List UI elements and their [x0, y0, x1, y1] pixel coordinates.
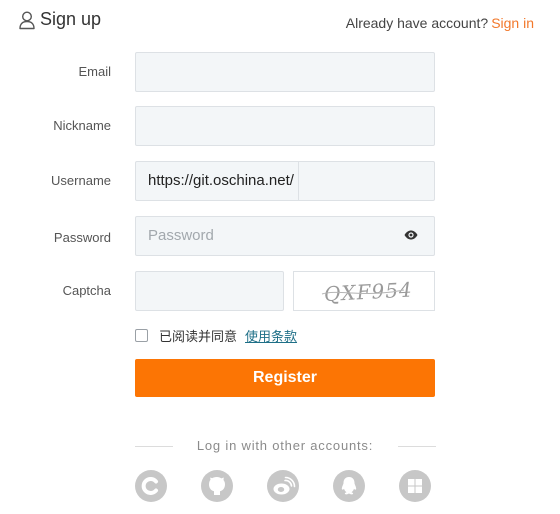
- username-label: Username: [51, 173, 111, 188]
- github-login-button[interactable]: [201, 470, 233, 502]
- qq-login-button[interactable]: [333, 470, 365, 502]
- captcha-image[interactable]: QXF954: [293, 271, 435, 311]
- terms-link[interactable]: 使用条款: [245, 326, 297, 345]
- agree-row: 已阅读并同意 使用条款: [135, 326, 297, 344]
- page-title-text: Sign up: [40, 9, 102, 29]
- register-button[interactable]: Register: [135, 359, 435, 397]
- weibo-login-button[interactable]: [267, 470, 299, 502]
- page-title: Sign up: [18, 9, 101, 30]
- password-field[interactable]: Password: [135, 216, 435, 256]
- windows-login-button[interactable]: [399, 470, 431, 502]
- username-prefix: https://git.oschina.net/: [136, 162, 299, 200]
- captcha-label: Captcha: [62, 283, 111, 298]
- agree-text: 已阅读并同意: [159, 328, 238, 344]
- password-placeholder: Password: [148, 227, 214, 244]
- windows-icon: [408, 479, 422, 493]
- agree-checkbox[interactable]: [135, 328, 148, 342]
- c-login-button[interactable]: [135, 470, 167, 502]
- page-header: Sign up Already have account? Sign in: [18, 9, 534, 35]
- github-icon: [209, 477, 225, 495]
- weibo-icon: [273, 476, 296, 495]
- nickname-label: Nickname: [53, 118, 111, 133]
- svg-text:QXF954: QXF954: [323, 277, 413, 306]
- username-field[interactable]: https://git.oschina.net/: [135, 161, 435, 201]
- eye-icon[interactable]: [404, 230, 418, 240]
- password-label: Password: [53, 230, 111, 245]
- email-label: Email: [78, 64, 111, 79]
- other-accounts-text: Log in with other accounts:: [196, 438, 374, 453]
- user-icon: [19, 10, 35, 29]
- captcha-row: Captcha QXF954: [0, 271, 560, 311]
- have-account: Already have account? Sign in: [346, 15, 534, 31]
- username-row: Username https://git.oschina.net/: [0, 161, 560, 201]
- captcha-field[interactable]: [135, 271, 284, 311]
- social-login-list: [0, 470, 560, 502]
- divider-line-right: [398, 446, 436, 447]
- email-row: Email: [0, 52, 560, 92]
- nickname-row: Nickname: [0, 106, 560, 146]
- nickname-field[interactable]: [135, 106, 435, 146]
- qq-icon: [341, 477, 357, 495]
- sign-in-link[interactable]: Sign in: [491, 15, 534, 31]
- captcha-graphic: QXF954: [321, 277, 413, 306]
- email-field[interactable]: [135, 52, 435, 92]
- password-row: Password Password: [0, 216, 560, 256]
- c-icon: [141, 477, 158, 495]
- have-account-text: Already have account?: [345, 15, 489, 31]
- other-accounts-divider: Log in with other accounts:: [0, 438, 560, 454]
